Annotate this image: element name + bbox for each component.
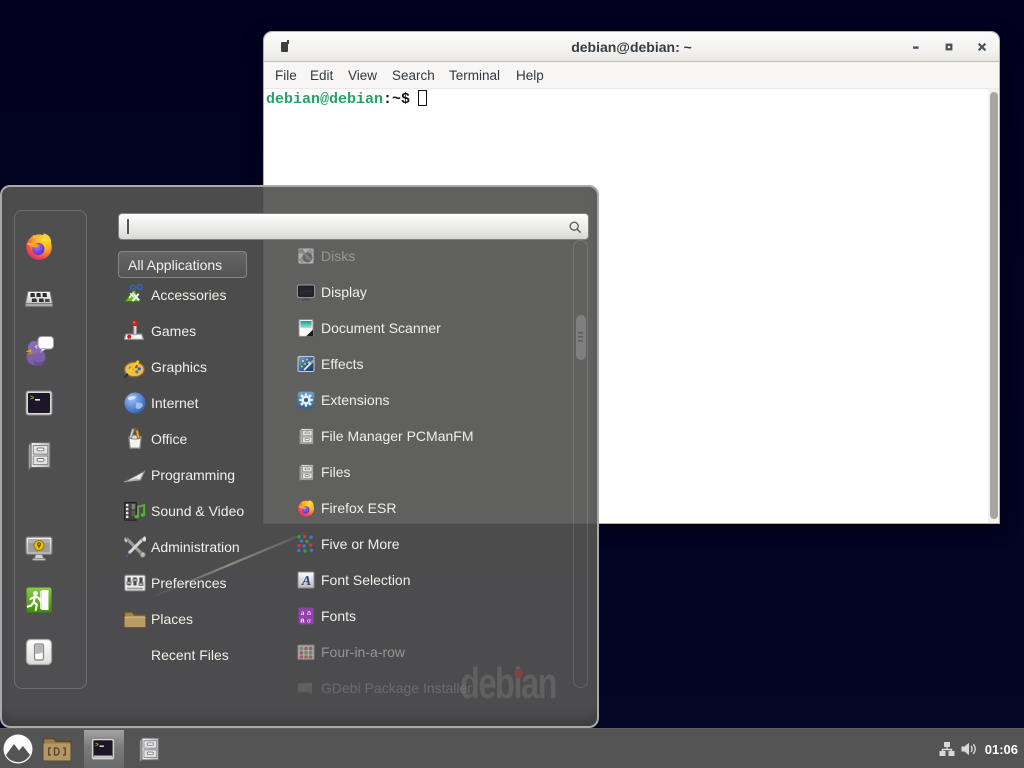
svg-text:>: > <box>95 741 99 748</box>
svg-text:a: a <box>307 616 311 625</box>
svg-text:>: > <box>30 395 34 403</box>
svg-text:A: A <box>301 574 311 589</box>
